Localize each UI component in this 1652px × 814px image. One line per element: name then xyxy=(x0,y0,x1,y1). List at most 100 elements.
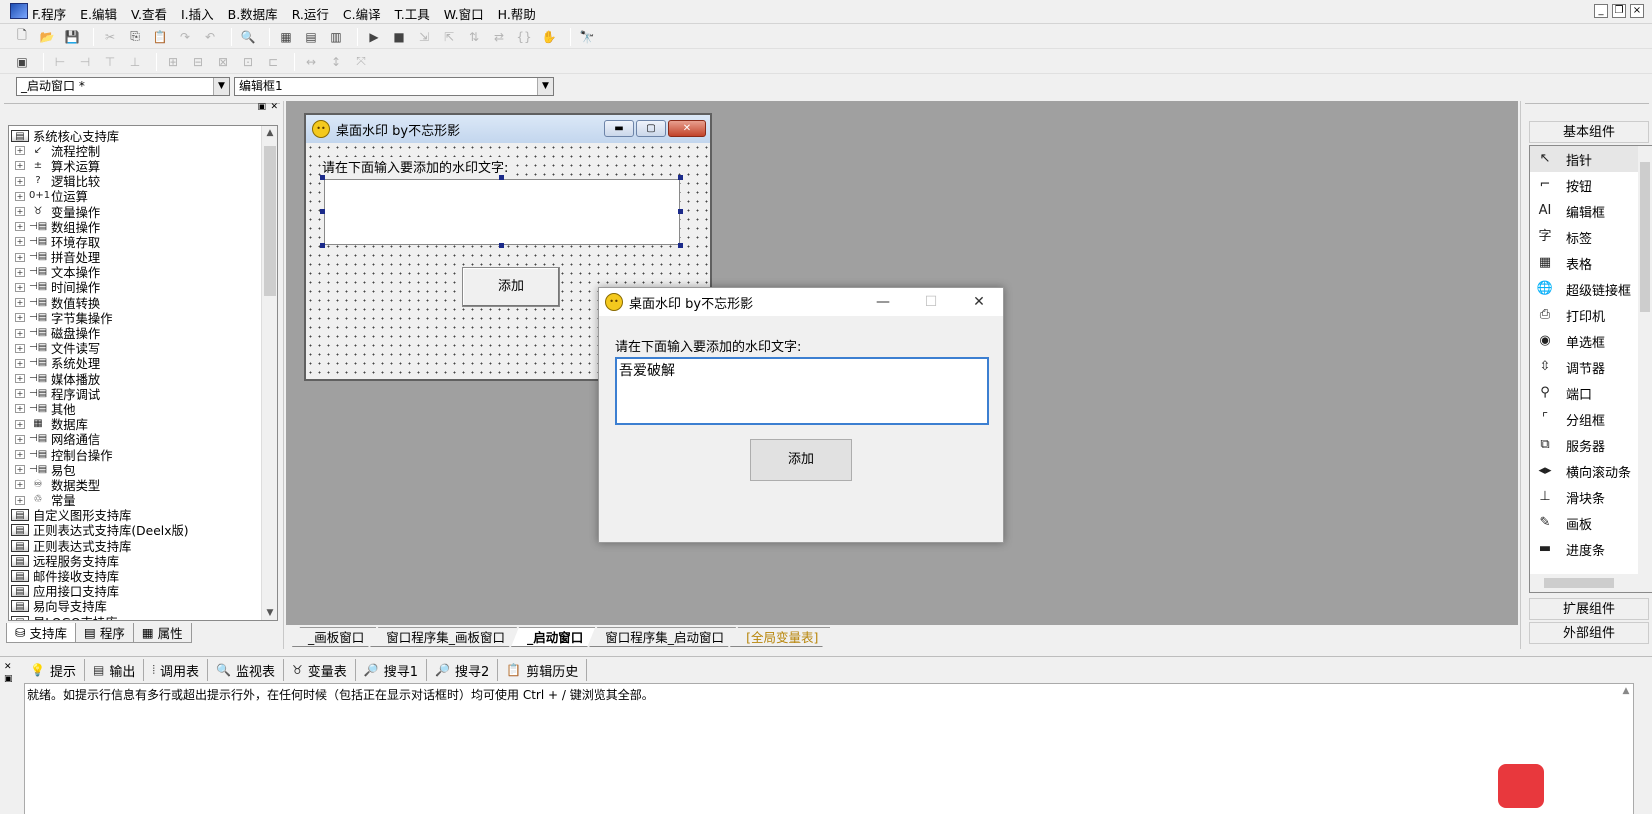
resize-handle[interactable] xyxy=(320,243,325,248)
design-edit-control[interactable] xyxy=(324,179,680,245)
basic-components-header[interactable]: 基本组件 xyxy=(1529,121,1649,143)
cut-icon[interactable]: ✂ xyxy=(100,28,120,46)
menu-view[interactable]: V.查看 xyxy=(131,4,167,23)
expand-icon[interactable]: + xyxy=(15,358,25,368)
same-height-icon[interactable]: ↕ xyxy=(326,53,346,71)
tree-item[interactable]: +? 逻辑比较 xyxy=(11,174,261,189)
scrollbar-thumb[interactable] xyxy=(264,146,276,296)
center-h-icon[interactable]: ⊞ xyxy=(163,53,183,71)
tree-item[interactable]: + ⊣▤ 易包 xyxy=(11,462,261,478)
expand-icon[interactable]: + xyxy=(15,404,25,414)
mdi-minimize-button[interactable]: _ xyxy=(1594,4,1608,18)
expand-icon[interactable]: + xyxy=(15,450,25,460)
run-icon[interactable]: ▶ xyxy=(364,28,384,46)
tab-output[interactable]: ▤ 输出 xyxy=(85,659,145,681)
expand-icon[interactable]: + xyxy=(15,146,25,156)
tree-item[interactable]: + ⊣▤ 磁盘操作 xyxy=(11,325,261,341)
add-button[interactable]: 添加 xyxy=(750,439,852,481)
expand-icon[interactable]: + xyxy=(15,161,25,171)
tree-item[interactable]: + ⊣▤ 程序调试 xyxy=(11,386,261,402)
tree-item[interactable]: + ⊣▤ 时间操作 xyxy=(11,280,261,295)
tree-item[interactable]: + ⊣▤ 控制台操作 xyxy=(11,447,261,463)
tree-item[interactable]: + ⊣▤ 字节集操作 xyxy=(11,310,261,326)
expand-icon[interactable]: + xyxy=(15,252,25,262)
expand-icon[interactable]: + xyxy=(15,222,25,232)
expand-icon[interactable]: + xyxy=(15,267,25,277)
expand-icon[interactable]: + xyxy=(15,434,25,444)
tree-item[interactable]: + ⊣▤ 数值转换 xyxy=(11,295,261,311)
design-label-control[interactable]: 请在下面输入要添加的水印文字: xyxy=(322,157,511,176)
undo-icon[interactable]: ↶ xyxy=(200,28,220,46)
tree-item[interactable]: + ↙ 流程控制 xyxy=(11,143,261,159)
expand-icon[interactable]: + xyxy=(15,191,25,201)
tab-startup-window[interactable]: _启动窗口 xyxy=(511,627,595,647)
menu-program[interactable]: F.程序 xyxy=(32,4,66,23)
menu-help[interactable]: H.帮助 xyxy=(498,4,536,23)
same-size-icon[interactable]: ⊏ xyxy=(263,53,283,71)
space-v-icon[interactable]: ⊡ xyxy=(238,53,258,71)
expand-icon[interactable]: + xyxy=(15,419,25,429)
step-2-icon[interactable]: ⇱ xyxy=(439,28,459,46)
tab-call-table[interactable]: ⦙ 调用表 xyxy=(144,659,209,681)
tree-item[interactable]: + ± 算术运算 xyxy=(11,158,261,174)
expand-icon[interactable]: + xyxy=(15,298,25,308)
space-h-icon[interactable]: ⊠ xyxy=(213,53,233,71)
design-button-control[interactable]: 添加 xyxy=(462,267,560,307)
same-width-icon[interactable]: ↔ xyxy=(301,53,321,71)
tab-variables[interactable]: ♉ 变量表 xyxy=(284,659,356,681)
tree-library[interactable]: ▤ 易LOGO支持库 xyxy=(11,614,261,620)
close-button[interactable]: ✕ xyxy=(955,288,1003,316)
scrollbar-thumb[interactable] xyxy=(1640,162,1650,312)
component-hscrollbar[interactable]: ◂▸ 横向滚动条 xyxy=(1530,458,1652,484)
output-text[interactable]: 就绪。如提示行信息有多行或超出提示行外，在任何时候（包括正在显示对话框时）均可使… xyxy=(24,683,1634,814)
component-table[interactable]: ▦ 表格 xyxy=(1530,250,1652,276)
tab-search1[interactable]: 🔎 搜寻1 xyxy=(356,659,428,681)
expand-icon[interactable]: + xyxy=(15,480,25,490)
form-icon[interactable]: ▣ xyxy=(12,53,32,71)
expand-icon[interactable]: + xyxy=(15,207,25,217)
component-spinner[interactable]: ⇳ 调节器 xyxy=(1530,354,1652,380)
new-file-icon[interactable]: 🗋 xyxy=(12,28,32,46)
tab-watch[interactable]: 🔍 监视表 xyxy=(208,659,285,681)
menu-tools[interactable]: T.工具 xyxy=(395,4,430,23)
tree-item[interactable]: + ⊣▤ 网络通信 xyxy=(11,432,261,447)
panel-close-icon[interactable]: ✕ xyxy=(4,661,13,673)
menu-window[interactable]: W.窗口 xyxy=(444,4,484,23)
expand-icon[interactable]: + xyxy=(15,282,25,292)
panel-restore-icon[interactable]: ▣ xyxy=(257,102,266,112)
component-port[interactable]: ⚲ 端口 xyxy=(1530,380,1652,406)
tree-item[interactable]: + ⊣▤ 数组操作 xyxy=(11,219,261,235)
expand-icon[interactable]: + xyxy=(15,465,25,475)
component-button[interactable]: ⌐ 按钮 xyxy=(1530,172,1652,198)
component-radio[interactable]: ◉ 单选框 xyxy=(1530,328,1652,354)
step-4-icon[interactable]: ⇄ xyxy=(489,28,509,46)
component-canvas[interactable]: ✎ 画板 xyxy=(1530,510,1652,536)
tab-canvas-window-code[interactable]: 窗口程序集_画板窗口 xyxy=(370,627,517,647)
tree-item[interactable]: + ♾ 数据类型 xyxy=(11,477,261,493)
menu-edit[interactable]: E.编辑 xyxy=(80,4,117,23)
tree-item[interactable]: + ⊣▤ 其他 xyxy=(11,401,261,417)
component-server[interactable]: ⧉ 服务器 xyxy=(1530,432,1652,458)
stop-icon[interactable]: ■ xyxy=(389,28,409,46)
layout-3-icon[interactable]: ▥ xyxy=(326,28,346,46)
component-groupbox[interactable]: ⌜ 分组框 xyxy=(1530,406,1652,432)
tree-item[interactable]: + ⊣▤ 系统处理 xyxy=(11,356,261,371)
component-hscrollbar-track[interactable] xyxy=(1530,574,1652,592)
tree-item[interactable]: + ▦ 数据库 xyxy=(11,417,261,432)
find-icon[interactable]: 🔍 xyxy=(238,28,258,46)
component-scrollbar[interactable] xyxy=(1638,146,1652,574)
expand-icon[interactable]: + xyxy=(15,328,25,338)
expand-icon[interactable]: + xyxy=(15,176,25,186)
open-folder-icon[interactable]: 📂 xyxy=(37,28,57,46)
save-icon[interactable]: 💾 xyxy=(62,28,82,46)
component-hyperlink[interactable]: 🌐 超级链接框 xyxy=(1530,276,1652,302)
expand-icon[interactable]: + xyxy=(15,237,25,247)
layout-2-icon[interactable]: ▤ xyxy=(301,28,321,46)
component-progressbar[interactable]: ▬ 进度条 xyxy=(1530,536,1652,562)
chevron-down-icon[interactable]: ▼ xyxy=(213,78,229,95)
menu-database[interactable]: B.数据库 xyxy=(228,4,278,23)
align-right-icon[interactable]: ⊣ xyxy=(75,53,95,71)
layout-1-icon[interactable]: ▦ xyxy=(276,28,296,46)
component-slider[interactable]: ⊥ 滑块条 xyxy=(1530,484,1652,510)
center-v-icon[interactable]: ⊟ xyxy=(188,53,208,71)
